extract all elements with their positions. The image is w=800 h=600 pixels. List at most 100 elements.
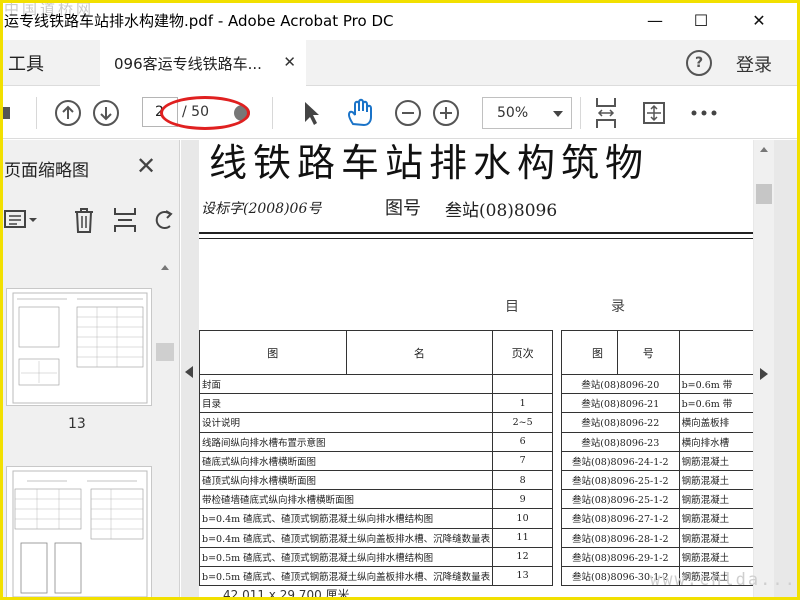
- thumbnail-options-icon[interactable]: [4, 208, 38, 236]
- toc-item-page: 12: [492, 546, 553, 567]
- table-row: 叁站(08)8096-29-1-2 钢筋混凝土: [561, 546, 753, 567]
- sidebar-toggle-icon[interactable]: [2, 99, 14, 127]
- divider-line: [199, 238, 753, 239]
- table-row: 叁站(08)8096-28-1-2 钢筋混凝土: [561, 527, 753, 548]
- help-icon[interactable]: ?: [686, 50, 712, 76]
- divider-line: [199, 232, 753, 234]
- toc-item-code: 叁站(08)8096-24-1-2: [561, 450, 680, 471]
- toc-item-name: 横向排水槽: [678, 431, 753, 452]
- table-row: 叁站(08)8096-22 横向盖板排: [561, 412, 753, 433]
- corner-watermark: www.cnlda...: [650, 570, 797, 590]
- toc-item-page: 9: [492, 489, 553, 510]
- zoom-dropdown[interactable]: 50%: [482, 97, 572, 129]
- thumbnail-list: 13: [0, 258, 152, 600]
- toc-item-name: 带检碴墙碴底式纵向排水槽横断面图: [199, 489, 494, 510]
- toc-item-name: b=0.5m 碴底式、碴顶式钢筋混凝土纵向盖板排水槽、沉降缝数量表: [199, 565, 494, 587]
- tab-document-label: 096客运专线铁路车...: [114, 54, 262, 73]
- title-bar: 中国道桥网 运专线铁路车站排水构建物.pdf - Adobe Acrobat P…: [0, 0, 800, 40]
- toolbar: [0, 87, 800, 139]
- table-row: 叁站(08)8096-25-1-2 钢筋混凝土: [561, 489, 753, 510]
- previous-page-arrow-icon[interactable]: [185, 366, 193, 378]
- table-row: 叁站(08)8096-25-1-2 钢筋混凝土: [561, 469, 753, 491]
- hand-tool-icon[interactable]: [344, 98, 376, 127]
- toc-item-code: 叁站(08)8096-25-1-2: [561, 469, 680, 491]
- document-subtitle: 设标字(2008)06号: [201, 201, 322, 217]
- page-thumbnail[interactable]: [6, 288, 152, 406]
- table-row: 叁站(08)8096-27-1-2 钢筋混凝土: [561, 508, 753, 529]
- fit-page-icon[interactable]: [592, 98, 620, 128]
- toc-item-name: 横向盖板排: [678, 412, 753, 433]
- table-row: b=0.4m 碴底式、碴顶式钢筋混凝土纵向排水槽结构图 10: [199, 508, 553, 529]
- toc-item-page: 6: [492, 431, 553, 452]
- document-scroll-thumb[interactable]: [756, 184, 772, 204]
- full-screen-icon[interactable]: [640, 99, 668, 127]
- zoom-out-icon[interactable]: [394, 99, 422, 127]
- toolbar-divider: [36, 97, 37, 129]
- delete-page-icon[interactable]: [72, 206, 96, 238]
- table-row: 封面: [199, 373, 553, 395]
- select-cursor-icon[interactable]: [300, 99, 322, 127]
- tab-document[interactable]: 096客运专线铁路车... ✕: [100, 40, 306, 86]
- toc-item-code: 叁站(08)8096-22: [561, 412, 680, 433]
- panel-title: 页面缩略图: [4, 161, 89, 181]
- table-row: 设计说明 2~5: [199, 412, 553, 433]
- contents-table-left-body: 封面 目录 1 设计说明 2~5 线路间纵向排水槽布置示意图 6 碴底式纵向排水槽横断面图 7 碴…: [199, 373, 553, 587]
- table-row: 线路间纵向排水槽布置示意图 6: [199, 431, 553, 452]
- toc-item-page: 13: [492, 565, 553, 587]
- toc-item-name: b=0.4m 碴底式、碴顶式钢筋混凝土纵向盖板排水槽、沉降缝数量表: [199, 527, 494, 548]
- panel-toolbar: [0, 200, 180, 240]
- more-tools-icon[interactable]: [690, 99, 718, 127]
- minimize-button[interactable]: —: [632, 0, 678, 40]
- table-row: 叁站(08)8096-24-1-2 钢筋混凝土: [561, 450, 753, 471]
- contents-table-left: 图 名 页次 封面 目录 1 设计说明 2~5 线路间纵向排水槽布置示意图 6 碴底式纵向排水…: [199, 330, 553, 587]
- previous-page-icon[interactable]: [54, 99, 82, 127]
- zoom-value: 50%: [497, 105, 529, 121]
- minimize-icon: —: [647, 10, 663, 30]
- toolbar-divider: [272, 97, 273, 129]
- toc-item-name: 钢筋混凝土: [678, 527, 753, 548]
- toc-item-page: 2~5: [492, 412, 553, 433]
- document-scrollbar[interactable]: [754, 140, 774, 600]
- toc-item-page: 8: [492, 469, 553, 491]
- table-header: 图: [561, 330, 618, 375]
- toc-item-page: 1: [492, 393, 553, 414]
- close-window-button[interactable]: ✕: [736, 0, 782, 40]
- maximize-icon: ☐: [693, 10, 709, 30]
- thumbnail-panel: 页面缩略图 ✕ 13: [0, 140, 180, 600]
- toc-item-name: 钢筋混凝土: [678, 450, 753, 471]
- panel-close-icon[interactable]: ✕: [136, 152, 156, 180]
- thumbnail-scrollbar[interactable]: [156, 258, 174, 600]
- toc-item-name: b=0.5m 碴底式、碴顶式钢筋混凝土纵向排水槽结构图: [199, 546, 494, 567]
- table-header: 页次: [492, 330, 553, 375]
- tab-close-icon[interactable]: ✕: [283, 53, 296, 71]
- zoom-in-icon[interactable]: [432, 99, 460, 127]
- scroll-up-icon[interactable]: [156, 258, 174, 276]
- contents-table-right-body: 叁站(08)8096-20 b=0.6m 带叁站(08)8096-21 b=0.6m…: [561, 373, 753, 587]
- tab-tools[interactable]: 工具: [4, 40, 82, 86]
- toc-item-name: 钢筋混凝土: [678, 469, 753, 491]
- thumbnail-scroll-thumb[interactable]: [156, 343, 174, 361]
- table-row: 碴底式纵向排水槽横断面图 7: [199, 450, 553, 471]
- tab-bar: 工具 096客运专线铁路车... ✕ ? 登录: [0, 40, 800, 86]
- maximize-button[interactable]: ☐: [678, 0, 724, 40]
- toc-item-page: 10: [492, 508, 553, 529]
- table-row: 叁站(08)8096-20 b=0.6m 带: [561, 373, 753, 395]
- login-button[interactable]: 登录: [736, 51, 772, 77]
- table-row: 叁站(08)8096-23 横向排水槽: [561, 431, 753, 452]
- highlight-ellipse: [160, 96, 250, 130]
- rotate-page-icon[interactable]: [154, 206, 174, 238]
- next-page-arrow-icon[interactable]: [760, 368, 768, 380]
- toc-item-code: 叁站(08)8096-21: [561, 393, 680, 414]
- next-page-icon[interactable]: [92, 99, 120, 127]
- table-row: b=0.5m 碴底式、碴顶式钢筋混凝土纵向排水槽结构图 12: [199, 546, 553, 567]
- toc-item-name: 目录: [199, 393, 494, 414]
- scroll-up-icon[interactable]: [754, 140, 774, 158]
- toc-item-name: b=0.6m 带: [678, 393, 753, 414]
- page-thumbnail[interactable]: [6, 466, 152, 600]
- toc-item-name: b=0.4m 碴底式、碴顶式钢筋混凝土纵向排水槽结构图: [199, 508, 494, 529]
- document-view: 线铁路车站排水构筑物 设标字(2008)06号 图号 叁站(08)8096 目 …: [181, 140, 800, 600]
- drawing-number-label: 图号: [385, 198, 421, 219]
- document-title: 线铁路车站排水构筑物: [209, 141, 650, 185]
- insert-page-icon[interactable]: [112, 206, 138, 238]
- toc-item-name: 封面: [199, 373, 494, 395]
